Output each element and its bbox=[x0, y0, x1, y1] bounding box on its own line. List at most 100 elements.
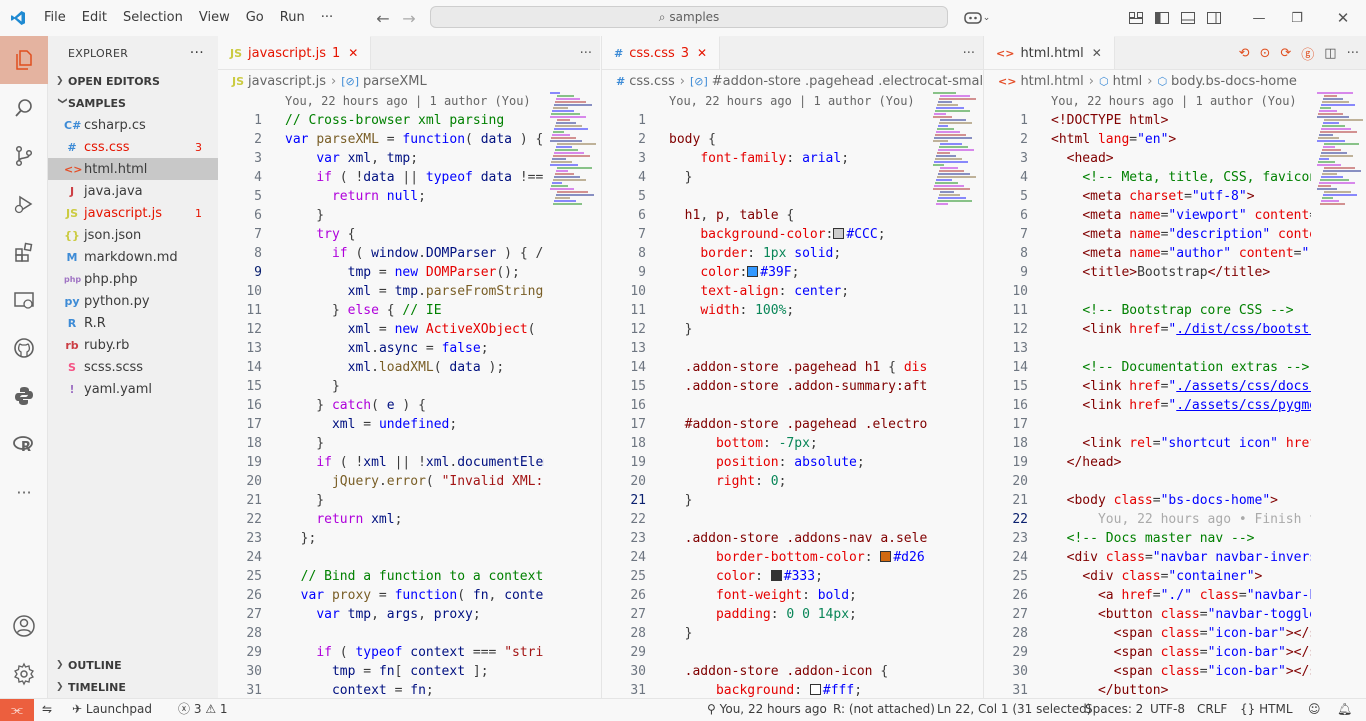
toggle-panel-icon[interactable] bbox=[1178, 0, 1198, 36]
file-item[interactable]: Mmarkdown.md bbox=[48, 246, 218, 268]
editor-tab[interactable]: JS javascript.js 1 ✕ bbox=[218, 36, 372, 69]
split-editor-icon[interactable]: ◫ bbox=[1324, 46, 1336, 61]
close-tab-icon[interactable]: ✕ bbox=[1092, 46, 1102, 60]
file-item[interactable]: py python.py bbox=[48, 290, 218, 312]
problems-item[interactable]: ⓧ 3 ⚠ 1 bbox=[178, 699, 228, 720]
file-item[interactable]: R R.R bbox=[48, 312, 218, 334]
minimap[interactable] bbox=[933, 92, 977, 252]
code-line: return xml; bbox=[316, 512, 403, 527]
back-arrow-icon[interactable]: ← bbox=[370, 9, 396, 28]
file-item[interactable]: # css.css 3 bbox=[48, 136, 218, 158]
menu-run[interactable]: Run bbox=[272, 0, 313, 36]
remote-indicator-icon[interactable]: ⫘ bbox=[0, 699, 34, 721]
breadcrumb-item[interactable]: html bbox=[1113, 74, 1143, 89]
outline-section[interactable]: ❯ OUTLINE bbox=[48, 654, 210, 676]
file-item[interactable]: JS javascript.js 1 bbox=[48, 202, 218, 224]
minimap[interactable] bbox=[1317, 92, 1363, 252]
r-language-icon[interactable]: R bbox=[0, 420, 48, 468]
code-line: xml = tmp.parseFromString( bbox=[347, 284, 544, 299]
close-tab-icon[interactable]: ✕ bbox=[348, 46, 358, 60]
file-item[interactable]: C# csharp.cs bbox=[48, 114, 218, 136]
manage-gear-icon[interactable] bbox=[0, 650, 48, 698]
breadcrumb-item[interactable]: #addon-store .pagehead .electrocat-small bbox=[712, 74, 983, 89]
indentation[interactable]: Spaces: 2 bbox=[1085, 699, 1143, 720]
notifications-bell-icon[interactable]: 🔔︎ bbox=[1337, 699, 1352, 720]
git-previous-icon[interactable]: ⟲ bbox=[1239, 46, 1250, 61]
github-icon[interactable] bbox=[0, 324, 48, 372]
chevron-down-icon: ❯ bbox=[57, 97, 67, 105]
menu-edit[interactable]: Edit bbox=[74, 0, 115, 36]
explorer-more-icon[interactable]: ··· bbox=[190, 45, 204, 61]
r-status[interactable]: R: (not attached) bbox=[833, 699, 935, 720]
end-of-line[interactable]: CRLF bbox=[1197, 699, 1227, 720]
python-icon[interactable] bbox=[0, 372, 48, 420]
more-icon[interactable]: ··· bbox=[0, 468, 48, 516]
outline-label: OUTLINE bbox=[68, 658, 122, 672]
menu-selection[interactable]: Selection bbox=[115, 0, 191, 36]
file-item[interactable]: php php.php bbox=[48, 268, 218, 290]
forward-arrow-icon[interactable]: → bbox=[396, 9, 422, 28]
file-item[interactable]: Sscss.scss bbox=[48, 356, 218, 378]
breadcrumb-item[interactable]: body.bs-docs-home bbox=[1171, 74, 1297, 89]
menu-view[interactable]: View bbox=[191, 0, 238, 36]
customize-layout-icon[interactable] bbox=[1126, 0, 1146, 36]
file-item[interactable]: rb ruby.rb bbox=[48, 334, 218, 356]
minimize-icon[interactable]: — bbox=[1236, 0, 1282, 36]
file-item[interactable]: {} json.json bbox=[48, 224, 218, 246]
git-commit-icon[interactable]: ⊙ bbox=[1259, 46, 1270, 61]
extensions-icon[interactable] bbox=[0, 228, 48, 276]
command-center-search[interactable]: ⌕ samples bbox=[430, 6, 948, 28]
git-next-icon[interactable]: ⟳ bbox=[1280, 46, 1291, 61]
explorer-icon[interactable] bbox=[0, 36, 48, 84]
more-actions-icon[interactable]: ··· bbox=[1347, 46, 1359, 61]
close-window-icon[interactable]: ✕ bbox=[1320, 0, 1366, 36]
samples-section[interactable]: ❯ SAMPLES bbox=[48, 92, 218, 114]
more-actions-icon[interactable]: ··· bbox=[580, 46, 592, 61]
menu-more[interactable]: ··· bbox=[313, 0, 341, 36]
open-editors-section[interactable]: ❯ OPEN EDITORS bbox=[48, 70, 218, 92]
code-line: var xml, tmp; bbox=[316, 151, 419, 166]
breadcrumb-item[interactable]: css.css bbox=[629, 74, 675, 89]
menu-go[interactable]: Go bbox=[238, 0, 272, 36]
gitlens-icon[interactable]: ⓖ bbox=[1301, 44, 1314, 63]
git-blame-header[interactable]: You, 22 hours ago | 1 author (You) bbox=[1051, 92, 1311, 111]
file-item[interactable]: Jjava.java bbox=[48, 180, 218, 202]
code-line: context = fn; bbox=[331, 683, 434, 698]
file-item[interactable]: ! yaml.yaml bbox=[48, 378, 218, 400]
source-control-icon[interactable] bbox=[0, 132, 48, 180]
menu-file[interactable]: File bbox=[36, 0, 74, 36]
minimap[interactable] bbox=[550, 92, 596, 252]
line-number: 31 bbox=[1012, 683, 1028, 698]
breadcrumb-item[interactable]: javascript.js bbox=[248, 74, 326, 89]
search-activity-icon[interactable] bbox=[0, 84, 48, 132]
more-actions-icon[interactable]: ··· bbox=[963, 46, 975, 61]
git-blame-header[interactable]: You, 22 hours ago | 1 author (You) bbox=[669, 92, 927, 111]
accounts-icon[interactable] bbox=[0, 602, 48, 650]
git-blame-item[interactable]: ⚲ You, 22 hours ago bbox=[707, 699, 827, 720]
git-blame-header[interactable]: You, 22 hours ago | 1 author (You) bbox=[285, 92, 544, 111]
launchpad-item[interactable]: ✈ Launchpad bbox=[72, 699, 152, 720]
run-debug-icon[interactable] bbox=[0, 180, 48, 228]
cursor-position[interactable]: Ln 22, Col 1 (31 selected) bbox=[937, 699, 1091, 720]
file-item[interactable]: <> html.html bbox=[48, 158, 218, 180]
breadcrumb-item[interactable]: html.html bbox=[1020, 74, 1083, 89]
braces-icon: {} bbox=[1240, 702, 1256, 716]
copilot-status-icon[interactable]: ☺ bbox=[1308, 699, 1321, 720]
remote-explorer-icon[interactable] bbox=[0, 276, 48, 324]
source-control-status-icon[interactable]: ⇋ bbox=[42, 699, 52, 720]
restore-icon[interactable]: ❐ bbox=[1282, 0, 1312, 36]
editor-tab[interactable]: # css.css 3 ✕ bbox=[602, 36, 721, 69]
toggle-primary-sidebar-icon[interactable] bbox=[1152, 0, 1172, 36]
copilot-icon[interactable]: ⌄ bbox=[962, 0, 992, 36]
symbol-icon: ⬡ bbox=[1157, 74, 1168, 88]
editor-tab[interactable]: <> html.html ✕ bbox=[984, 36, 1115, 69]
toggle-secondary-sidebar-icon[interactable] bbox=[1204, 0, 1224, 36]
line-number: 27 bbox=[1012, 607, 1028, 622]
breadcrumb-item[interactable]: parseXML bbox=[363, 74, 427, 89]
timeline-section[interactable]: ❯ TIMELINE bbox=[48, 676, 210, 698]
close-tab-icon[interactable]: ✕ bbox=[697, 46, 707, 60]
line-number: 8 bbox=[1020, 246, 1028, 261]
code-line: } bbox=[285, 436, 325, 451]
language-mode[interactable]: {} HTML bbox=[1240, 699, 1293, 720]
encoding[interactable]: UTF-8 bbox=[1150, 699, 1185, 720]
